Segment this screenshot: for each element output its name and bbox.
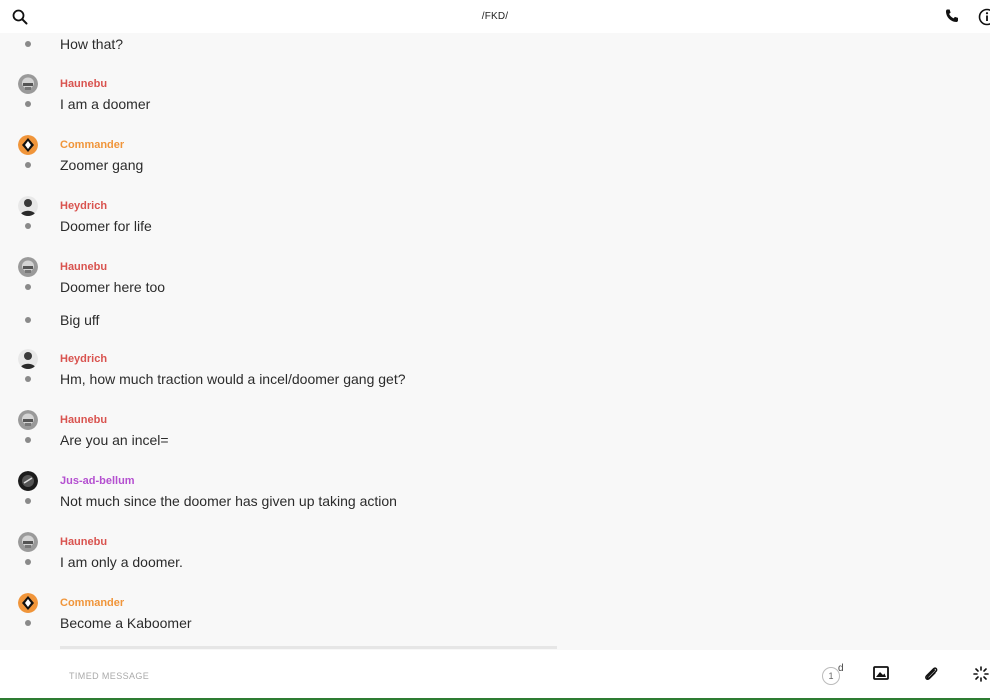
bullet-dot	[25, 498, 31, 504]
message-author[interactable]: Haunebu	[60, 414, 107, 426]
timer-unit: d	[838, 663, 844, 674]
message-feed: How that? Haunebu I am a doomer Commande…	[0, 33, 990, 650]
phone-icon[interactable]	[944, 8, 960, 24]
image-icon[interactable]	[873, 665, 889, 681]
message-input[interactable]	[67, 666, 671, 686]
sparkle-icon[interactable]	[972, 665, 990, 683]
message-author[interactable]: Heydrich	[60, 200, 107, 212]
message-text: Hm, how much traction would a incel/doom…	[60, 371, 406, 387]
message-author[interactable]: Jus-ad-bellum	[60, 475, 135, 487]
top-bar: /FKD/	[0, 0, 990, 33]
message-text: Doomer for life	[60, 218, 152, 234]
bullet-dot	[25, 317, 31, 323]
timed-message-button[interactable]: 1 d	[822, 663, 846, 685]
bullet-dot	[25, 41, 31, 47]
bullet-dot	[25, 162, 31, 168]
message-author[interactable]: Commander	[60, 139, 124, 151]
jus-ad-bellum-avatar[interactable]	[18, 471, 38, 491]
info-icon[interactable]	[978, 8, 990, 26]
heydrich-avatar[interactable]	[18, 196, 38, 216]
message-text: How that?	[60, 36, 124, 52]
message-text: Big uff	[60, 312, 100, 328]
bullet-dot	[25, 437, 31, 443]
message-author[interactable]: Heydrich	[60, 353, 107, 365]
message-text: Become a Kaboomer	[60, 615, 192, 631]
message-author[interactable]: Haunebu	[60, 536, 107, 548]
message-author[interactable]: Haunebu	[60, 261, 107, 273]
composer-bar: 1 d	[0, 650, 990, 700]
bullet-dot	[25, 559, 31, 565]
bullet-dot	[25, 223, 31, 229]
message-text: Doomer here too	[60, 279, 166, 295]
scroll-indicator[interactable]	[60, 646, 557, 649]
bullet-dot	[25, 284, 31, 290]
haunebu-avatar[interactable]	[18, 257, 38, 277]
channel-title: /FKD/	[481, 11, 509, 22]
bullet-dot	[25, 620, 31, 626]
message-text: Not much since the doomer has given up t…	[60, 493, 397, 509]
commander-avatar[interactable]	[18, 593, 38, 613]
message-author[interactable]: Commander	[60, 597, 124, 609]
message-author[interactable]: Haunebu	[60, 78, 107, 90]
paperclip-icon[interactable]	[922, 665, 940, 683]
bullet-dot	[25, 101, 31, 107]
message-text: Are you an incel=	[60, 432, 169, 448]
heydrich-avatar[interactable]	[18, 349, 38, 369]
message-text: I am only a doomer.	[60, 554, 183, 570]
message-text: Zoomer gang	[60, 157, 144, 173]
commander-avatar[interactable]	[18, 135, 38, 155]
message-text: I am a doomer	[60, 96, 151, 112]
haunebu-avatar[interactable]	[18, 532, 38, 552]
bullet-dot	[25, 376, 31, 382]
haunebu-avatar[interactable]	[18, 410, 38, 430]
haunebu-avatar[interactable]	[18, 74, 38, 94]
